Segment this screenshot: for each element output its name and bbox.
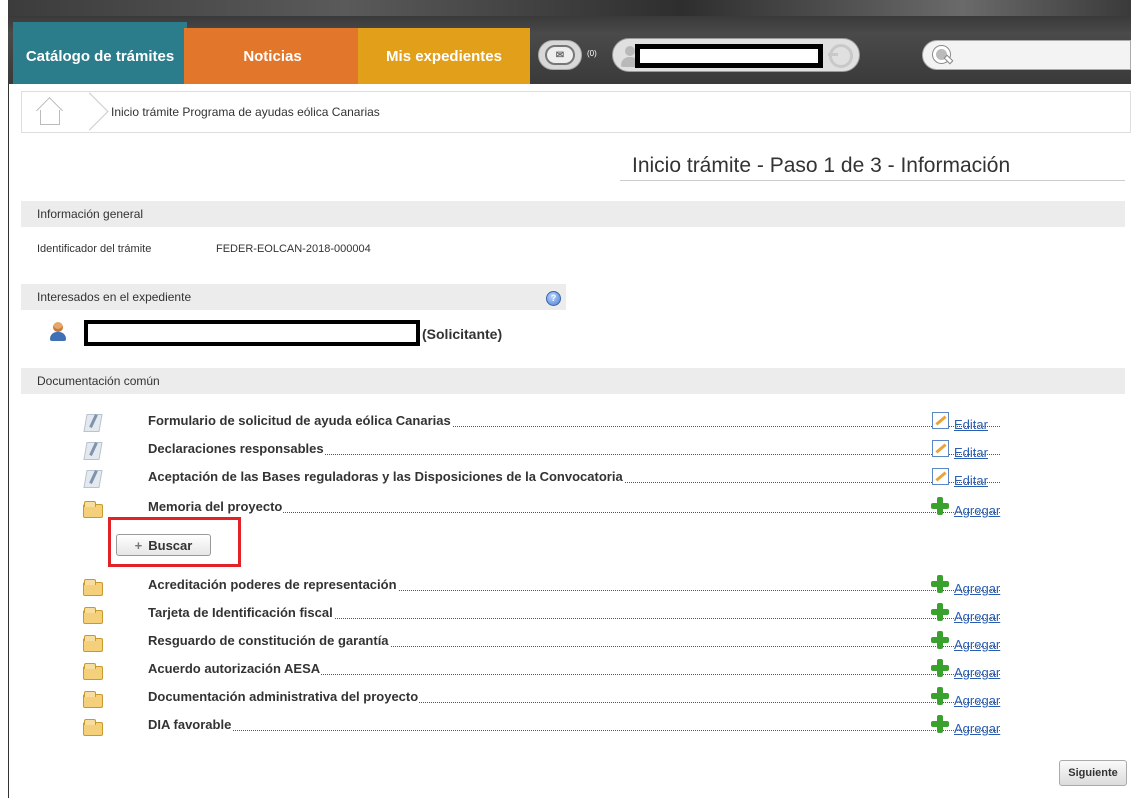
add-icon[interactable] [931, 659, 949, 677]
form-icon [82, 469, 104, 487]
viewport-border [8, 0, 9, 798]
add-link[interactable]: Agregar [954, 721, 1000, 736]
search-input[interactable] [922, 40, 1131, 70]
document-label: Documentación administrativa del proyect… [148, 689, 420, 704]
buscar-label: Buscar [148, 537, 193, 553]
search-icon [933, 46, 953, 66]
redacted-username [635, 44, 823, 68]
section-header-documentacion-comun: Documentación común [21, 368, 1125, 394]
add-icon[interactable] [931, 715, 949, 733]
edit-link[interactable]: Editar [954, 473, 988, 488]
title-divider [620, 180, 1125, 181]
document-row: Tarjeta de Identificación fiscal Agregar [70, 603, 1070, 627]
add-icon[interactable] [931, 687, 949, 705]
form-icon [82, 441, 104, 459]
help-icon[interactable]: ? [546, 291, 561, 306]
add-link[interactable]: Agregar [954, 581, 1000, 596]
add-link[interactable]: Agregar [954, 693, 1000, 708]
document-row: Resguardo de constitución de garantía Ag… [70, 631, 1070, 655]
add-link[interactable]: Agregar [954, 609, 1000, 624]
redacted-applicant-name [84, 320, 420, 346]
applicant-role: (Solicitante) [422, 326, 503, 342]
section-header-interesados: Interesados en el expediente [21, 284, 566, 310]
document-label: Acuerdo autorización AESA [148, 661, 322, 676]
folder-icon [82, 689, 104, 708]
folder-icon [82, 717, 104, 736]
document-row: Declaraciones responsables Editar [70, 439, 1070, 463]
add-icon[interactable] [931, 631, 949, 649]
add-link[interactable]: Agregar [954, 503, 1000, 518]
breadcrumb-separator [82, 92, 104, 132]
edit-icon[interactable] [931, 439, 949, 457]
document-label: Declaraciones responsables [148, 441, 325, 456]
tab-mis-expedientes[interactable]: Mis expedientes [358, 28, 530, 84]
add-icon[interactable] [931, 603, 949, 621]
identificador-label: Identificador del trámite [37, 243, 152, 255]
folder-icon [82, 499, 104, 518]
mailbox-count: (0) [587, 49, 597, 58]
folder-icon [82, 633, 104, 652]
document-row: Documentación administrativa del proyect… [70, 687, 1070, 711]
document-label: Formulario de solicitud de ayuda eólica … [148, 413, 452, 428]
document-label: Memoria del proyecto [148, 499, 284, 514]
add-icon[interactable] [931, 497, 949, 515]
folder-icon [82, 577, 104, 596]
document-row: Acreditación poderes de representación A… [70, 575, 1070, 599]
breadcrumb: Inicio trámite Programa de ayudas eólica… [21, 91, 1131, 133]
folder-icon [82, 605, 104, 624]
document-label: Acreditación poderes de representación [148, 577, 398, 592]
home-icon[interactable] [34, 100, 64, 126]
breadcrumb-current: Inicio trámite Programa de ayudas eólica… [111, 105, 380, 119]
document-row: Aceptación de las Bases reguladoras y la… [70, 467, 1070, 491]
section-header-informacion-general: Información general [21, 201, 1125, 227]
document-row: DIA favorable Agregar [70, 715, 1070, 739]
next-button[interactable]: Siguiente [1059, 760, 1127, 786]
edit-icon[interactable] [931, 467, 949, 485]
document-label: Tarjeta de Identificación fiscal [148, 605, 334, 620]
form-icon [82, 413, 104, 431]
folder-icon [82, 661, 104, 680]
edit-icon[interactable] [931, 411, 949, 429]
mailbox-icon: ✉ [545, 45, 575, 65]
logout-icon[interactable] [828, 44, 853, 68]
edit-link[interactable]: Editar [954, 417, 988, 432]
user-session-box [612, 38, 860, 72]
add-link[interactable]: Agregar [954, 665, 1000, 680]
dotted-leader [148, 730, 1000, 731]
document-row: Formulario de solicitud de ayuda eólica … [70, 411, 1070, 435]
person-icon [49, 322, 67, 342]
tab-noticias[interactable]: Noticias [184, 28, 361, 84]
page-title: Inicio trámite - Paso 1 de 3 - Informaci… [632, 154, 1011, 177]
document-row: Acuerdo autorización AESA Agregar [70, 659, 1070, 683]
header-banner-image [8, 0, 1131, 16]
identificador-value: FEDER-EOLCAN-2018-000004 [216, 243, 371, 255]
buscar-button[interactable]: + Buscar [116, 534, 211, 556]
document-label: Aceptación de las Bases reguladoras y la… [148, 469, 624, 484]
add-link[interactable]: Agregar [954, 637, 1000, 652]
edit-link[interactable]: Editar [954, 445, 988, 460]
document-label: Resguardo de constitución de garantía [148, 633, 390, 648]
document-label: DIA favorable [148, 717, 233, 732]
plus-icon: + [134, 537, 143, 553]
add-icon[interactable] [931, 575, 949, 593]
mailbox-button[interactable]: ✉ [538, 40, 582, 70]
tab-catalogo-tramites[interactable]: Catálogo de trámites [13, 28, 187, 84]
